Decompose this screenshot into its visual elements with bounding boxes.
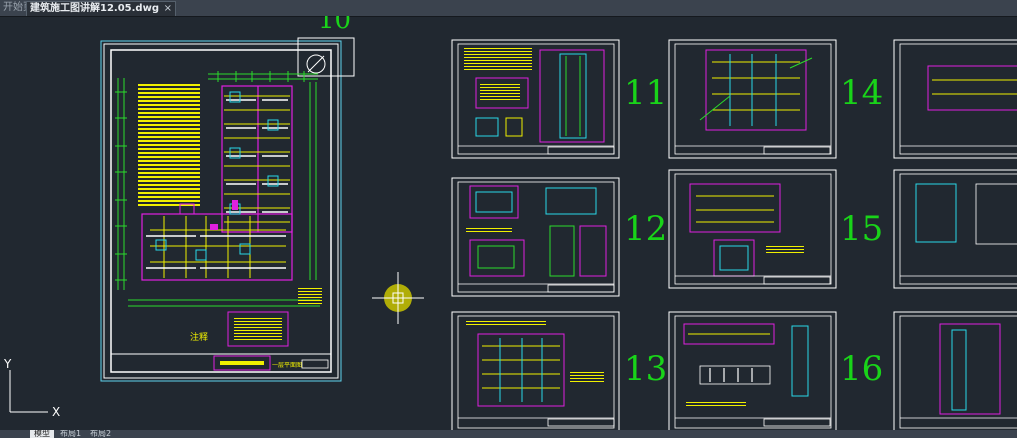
sheet-numbers: 10 11 12 13 14 15 16: [318, 16, 883, 389]
sheet-13: [451, 311, 620, 430]
sheet-number-14: 14: [840, 73, 883, 113]
sheet-17-partial: [893, 39, 1017, 159]
ucs-x-label: X: [52, 405, 60, 419]
sheet-15: [668, 169, 837, 289]
sheet-number-16: 16: [840, 349, 883, 389]
sheet-number-11: 11: [624, 73, 667, 113]
sheet-11: [451, 39, 620, 159]
general-notes-text: [138, 82, 200, 208]
title-block: 一层平面图: [111, 353, 331, 371]
sheet-18-partial: [893, 169, 1017, 289]
sheet-number-10: 10: [318, 16, 351, 35]
sheet-number-13: 13: [624, 349, 667, 389]
tab-document[interactable]: 建筑施工图讲解12.05.dwg ×: [26, 1, 176, 16]
main-floor-plan-sheet: 注释 一层平面图: [100, 37, 355, 382]
tab-layout1[interactable]: 布局1: [56, 430, 85, 438]
title-block-text: 一层平面图: [272, 362, 302, 369]
tab-document-label: 建筑施工图讲解12.05.dwg: [30, 3, 159, 14]
ucs-y-label: Y: [3, 357, 12, 371]
sheet-12: [451, 177, 620, 297]
tab-layout2[interactable]: 布局2: [86, 430, 115, 438]
file-tab-bar: 开始页 建筑施工图讲解12.05.dwg ×: [0, 0, 1017, 17]
sheet-16: [668, 311, 837, 430]
drawing-canvas[interactable]: 注释 一层平面图 10 11 12 13 14 15 16 Y X: [0, 16, 1017, 430]
ucs-icon: Y X: [3, 357, 60, 419]
close-icon[interactable]: ×: [164, 2, 172, 16]
sheet-14: [668, 39, 837, 159]
layout-tab-bar: 模型 布局1 布局2: [0, 430, 1017, 438]
sheet-number-12: 12: [624, 209, 667, 249]
legend-table: 注释: [190, 288, 322, 347]
crosshair-cursor: [372, 272, 424, 324]
tab-model[interactable]: 模型: [30, 430, 54, 438]
notes-label: 注释: [190, 331, 208, 343]
sheet-number-15: 15: [840, 209, 883, 249]
sheet-19-partial: [893, 311, 1017, 430]
